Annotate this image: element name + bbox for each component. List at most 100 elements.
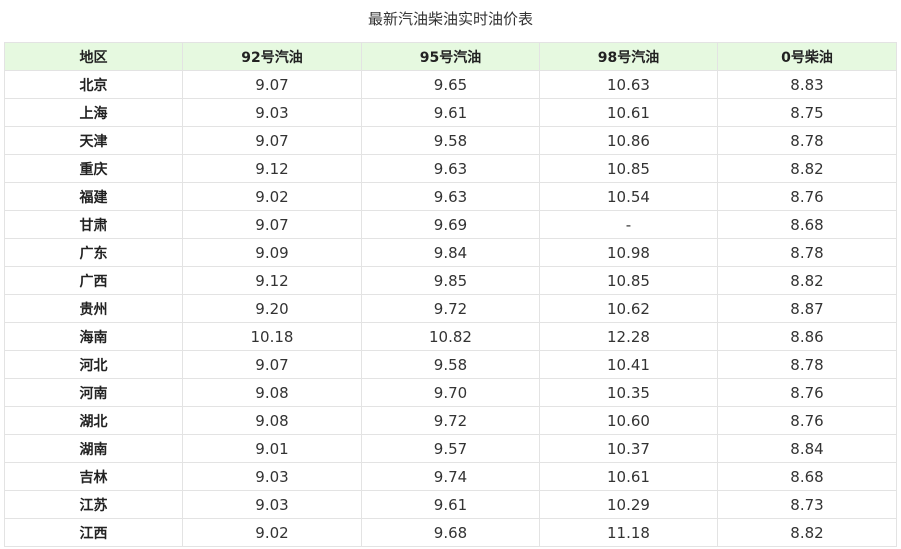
price-98-cell: 10.62	[539, 294, 718, 323]
price-0-diesel-cell: 8.68	[717, 462, 897, 491]
table-row: 河南 9.08 9.70 10.35 8.76	[4, 378, 897, 407]
table-row: 上海 9.03 9.61 10.61 8.75	[4, 98, 897, 127]
price-0-diesel-cell: 8.76	[717, 182, 897, 211]
price-95-cell: 9.61	[361, 98, 540, 127]
price-98-cell: 10.86	[539, 126, 718, 155]
price-92-cell: 9.20	[182, 294, 362, 323]
region-cell: 湖北	[4, 406, 183, 435]
price-98-cell: 10.85	[539, 266, 718, 295]
region-cell: 福建	[4, 182, 183, 211]
region-cell: 河北	[4, 350, 183, 379]
region-cell: 重庆	[4, 154, 183, 183]
price-92-cell: 9.07	[182, 350, 362, 379]
region-cell: 甘肃	[4, 210, 183, 239]
price-92-cell: 9.03	[182, 490, 362, 519]
price-0-diesel-cell: 8.87	[717, 294, 897, 323]
price-98-cell: 10.35	[539, 378, 718, 407]
price-92-cell: 9.09	[182, 238, 362, 267]
price-0-diesel-cell: 8.73	[717, 490, 897, 519]
price-92-cell: 9.12	[182, 154, 362, 183]
price-98-cell: 12.28	[539, 322, 718, 351]
price-98-cell: 10.85	[539, 154, 718, 183]
table-row: 广西 9.12 9.85 10.85 8.82	[4, 266, 897, 295]
oil-price-table: 地区 92号汽油 95号汽油 98号汽油 0号柴油 北京 9.07 9.65 10.6…	[4, 42, 897, 547]
region-cell: 江苏	[4, 490, 183, 519]
price-95-cell: 9.63	[361, 154, 540, 183]
region-cell: 海南	[4, 322, 183, 351]
header-98-gasoline: 98号汽油	[539, 42, 718, 71]
table-row: 重庆 9.12 9.63 10.85 8.82	[4, 154, 897, 183]
price-92-cell: 10.18	[182, 322, 362, 351]
price-95-cell: 9.58	[361, 350, 540, 379]
price-95-cell: 10.82	[361, 322, 540, 351]
region-cell: 河南	[4, 378, 183, 407]
region-cell: 上海	[4, 98, 183, 127]
price-98-cell: 10.98	[539, 238, 718, 267]
price-95-cell: 9.65	[361, 70, 540, 99]
price-98-cell: 10.29	[539, 490, 718, 519]
price-98-cell: 10.54	[539, 182, 718, 211]
price-0-diesel-cell: 8.82	[717, 154, 897, 183]
price-92-cell: 9.01	[182, 434, 362, 463]
region-cell: 江西	[4, 518, 183, 547]
price-0-diesel-cell: 8.78	[717, 350, 897, 379]
table-row: 甘肃 9.07 9.69-8.68	[4, 210, 897, 239]
price-95-cell: 9.58	[361, 126, 540, 155]
price-0-diesel-cell: 8.76	[717, 406, 897, 435]
table-row: 吉林 9.03 9.74 10.61 8.68	[4, 462, 897, 491]
header-95-gasoline: 95号汽油	[361, 42, 540, 71]
header-92-gasoline: 92号汽油	[182, 42, 362, 71]
price-98-cell: 10.60	[539, 406, 718, 435]
table-row: 湖北 9.08 9.72 10.60 8.76	[4, 406, 897, 435]
region-cell: 天津	[4, 126, 183, 155]
region-cell: 广东	[4, 238, 183, 267]
price-95-cell: 9.57	[361, 434, 540, 463]
table-row: 海南 10.18 10.82 12.28 8.86	[4, 322, 897, 351]
price-95-cell: 9.72	[361, 294, 540, 323]
region-cell: 广西	[4, 266, 183, 295]
price-92-cell: 9.07	[182, 210, 362, 239]
price-0-diesel-cell: 8.78	[717, 126, 897, 155]
price-92-cell: 9.08	[182, 378, 362, 407]
header-region: 地区	[4, 42, 183, 71]
region-cell: 湖南	[4, 434, 183, 463]
price-95-cell: 9.63	[361, 182, 540, 211]
price-98-cell: 10.41	[539, 350, 718, 379]
table-header-row: 地区 92号汽油 95号汽油 98号汽油 0号柴油	[4, 42, 897, 71]
price-98-cell: 10.61	[539, 98, 718, 127]
price-95-cell: 9.70	[361, 378, 540, 407]
region-cell: 北京	[4, 70, 183, 99]
page-title: 最新汽油柴油实时油价表	[367, 10, 533, 28]
table-body: 北京 9.07 9.65 10.63 8.83 上海 9.03 9.61 10.61 8.75 天津…	[4, 70, 897, 547]
price-98-cell: 10.61	[539, 462, 718, 491]
price-98-cell: 11.18	[539, 518, 718, 547]
price-92-cell: 9.07	[182, 126, 362, 155]
price-0-diesel-cell: 8.75	[717, 98, 897, 127]
price-92-cell: 9.03	[182, 98, 362, 127]
price-0-diesel-cell: 8.84	[717, 434, 897, 463]
table-row: 福建 9.02 9.63 10.54 8.76	[4, 182, 897, 211]
price-92-cell: 9.08	[182, 406, 362, 435]
price-98-cell: 10.37	[539, 434, 718, 463]
price-0-diesel-cell: 8.68	[717, 210, 897, 239]
region-cell: 贵州	[4, 294, 183, 323]
price-92-cell: 9.02	[182, 518, 362, 547]
table-row: 广东 9.09 9.84 10.98 8.78	[4, 238, 897, 267]
table-row: 河北 9.07 9.58 10.41 8.78	[4, 350, 897, 379]
price-92-cell: 9.12	[182, 266, 362, 295]
price-95-cell: 9.61	[361, 490, 540, 519]
price-95-cell: 9.69	[361, 210, 540, 239]
price-0-diesel-cell: 8.76	[717, 378, 897, 407]
table-row: 贵州 9.20 9.72 10.62 8.87	[4, 294, 897, 323]
price-0-diesel-cell: 8.86	[717, 322, 897, 351]
table-row: 湖南 9.01 9.57 10.37 8.84	[4, 434, 897, 463]
region-cell: 吉林	[4, 462, 183, 491]
price-0-diesel-cell: 8.82	[717, 518, 897, 547]
table-row: 江西 9.02 9.68 11.18 8.82	[4, 518, 897, 547]
price-0-diesel-cell: 8.82	[717, 266, 897, 295]
price-95-cell: 9.84	[361, 238, 540, 267]
price-0-diesel-cell: 8.83	[717, 70, 897, 99]
table-row: 江苏 9.03 9.61 10.29 8.73	[4, 490, 897, 519]
price-92-cell: 9.07	[182, 70, 362, 99]
table-row: 天津 9.07 9.58 10.86 8.78	[4, 126, 897, 155]
